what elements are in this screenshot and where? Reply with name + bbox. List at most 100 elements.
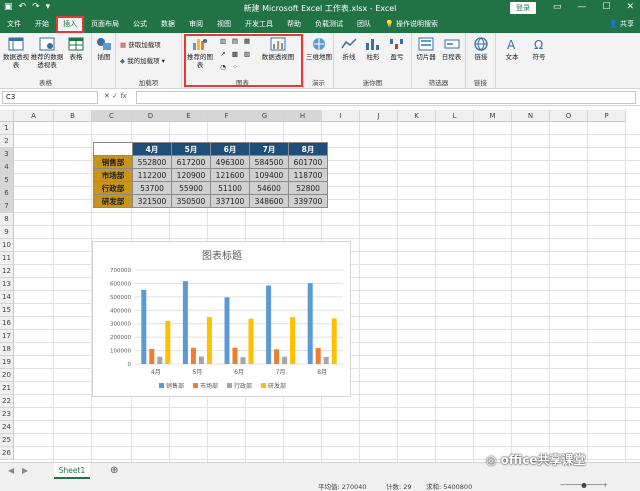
- column-header[interactable]: A: [14, 110, 54, 122]
- value-cell[interactable]: 552800: [132, 155, 172, 169]
- value-cell[interactable]: 55900: [171, 181, 211, 195]
- minimize-icon[interactable]: —: [577, 2, 586, 12]
- tell-me-search[interactable]: 💡 操作说明搜索: [378, 16, 445, 33]
- value-cell[interactable]: 53700: [132, 181, 172, 195]
- row-header[interactable]: 14: [0, 291, 14, 304]
- bar-研发部[interactable]: [206, 316, 212, 364]
- bar-销售部[interactable]: [182, 281, 188, 364]
- column-header[interactable]: L: [436, 110, 474, 122]
- tab-home[interactable]: 开始: [28, 16, 56, 33]
- bar-研发部[interactable]: [165, 320, 171, 364]
- tab-load-test[interactable]: 负载测试: [308, 16, 350, 33]
- row-header[interactable]: 6: [0, 187, 14, 200]
- bar-行政部[interactable]: [198, 356, 204, 364]
- zoom-slider[interactable]: −────●────+: [560, 481, 608, 489]
- bar-市场部[interactable]: [274, 349, 280, 364]
- month-header[interactable]: 8月: [288, 142, 328, 156]
- column-header[interactable]: K: [398, 110, 436, 122]
- dept-cell[interactable]: 研发部: [93, 194, 133, 208]
- row-header[interactable]: 22: [0, 395, 14, 408]
- get-addins-button[interactable]: ▦ 获取加载项: [120, 41, 180, 49]
- month-header[interactable]: 7月: [249, 142, 289, 156]
- tab-help[interactable]: 帮助: [280, 16, 308, 33]
- my-addins-button[interactable]: ◆ 我的加载项 ▾: [120, 57, 180, 65]
- ribbon-display-icon[interactable]: ▭: [553, 2, 562, 12]
- add-sheet-icon[interactable]: ⊕: [110, 465, 118, 476]
- column-header[interactable]: D: [132, 110, 170, 122]
- row-header[interactable]: 3: [0, 148, 14, 161]
- column-header[interactable]: C: [92, 110, 132, 122]
- illustrations-button[interactable]: 插图: [94, 37, 114, 61]
- value-cell[interactable]: 348600: [249, 194, 289, 208]
- tab-file[interactable]: 文件: [0, 16, 28, 33]
- row-header[interactable]: 20: [0, 369, 14, 382]
- chart-title[interactable]: 图表标题: [202, 249, 242, 262]
- column-header[interactable]: J: [360, 110, 398, 122]
- bar-销售部[interactable]: [224, 297, 230, 364]
- bar-市场部[interactable]: [190, 347, 196, 364]
- login-button[interactable]: 登录: [510, 2, 536, 14]
- bar-市场部[interactable]: [232, 347, 238, 364]
- row-header[interactable]: 16: [0, 317, 14, 330]
- row-header[interactable]: 8: [0, 213, 14, 226]
- sparkline-winloss-button[interactable]: 盈亏: [386, 37, 408, 61]
- value-cell[interactable]: 52800: [288, 181, 328, 195]
- value-cell[interactable]: 339700: [288, 194, 328, 208]
- symbol-button[interactable]: Ω 符号: [526, 37, 552, 61]
- tab-page-layout[interactable]: 页面布局: [84, 16, 126, 33]
- fx-icon[interactable]: ✕ ✓ fx: [104, 92, 127, 100]
- row-header[interactable]: 15: [0, 304, 14, 317]
- row-header[interactable]: 25: [0, 434, 14, 447]
- formula-input[interactable]: [136, 91, 636, 104]
- name-box[interactable]: C3: [2, 91, 98, 104]
- select-all-corner[interactable]: [0, 110, 14, 122]
- column-header[interactable]: N: [512, 110, 550, 122]
- value-cell[interactable]: 584500: [249, 155, 289, 169]
- column-header[interactable]: E: [170, 110, 208, 122]
- bar-行政部[interactable]: [157, 356, 163, 364]
- row-header[interactable]: 4: [0, 161, 14, 174]
- close-icon[interactable]: ✕: [626, 2, 634, 12]
- month-header[interactable]: 5月: [171, 142, 211, 156]
- value-cell[interactable]: 121600: [210, 168, 250, 182]
- month-header[interactable]: 4月: [132, 142, 172, 156]
- value-cell[interactable]: 112200: [132, 168, 172, 182]
- recommended-pivottable-button[interactable]: 推荐的数据透视表: [30, 37, 64, 69]
- tab-developer[interactable]: 开发工具: [238, 16, 280, 33]
- sparkline-line-button[interactable]: 折线: [338, 37, 360, 61]
- embedded-chart[interactable]: 图表标题 0 100000 200000 300000 400000 500000 6000…: [92, 241, 351, 397]
- tab-team[interactable]: 团队: [350, 16, 378, 33]
- column-header[interactable]: I: [322, 110, 360, 122]
- value-cell[interactable]: 51100: [210, 181, 250, 195]
- table-corner-cell[interactable]: [93, 142, 133, 156]
- 3d-map-button[interactable]: 三维地图: [306, 37, 332, 61]
- value-cell[interactable]: 337100: [210, 194, 250, 208]
- sheet-tab[interactable]: Sheet1: [54, 463, 90, 479]
- bar-市场部[interactable]: [149, 348, 155, 364]
- next-sheet-icon[interactable]: ▶: [22, 466, 28, 475]
- column-header[interactable]: B: [54, 110, 92, 122]
- value-cell[interactable]: 321500: [132, 194, 172, 208]
- tab-review[interactable]: 审阅: [182, 16, 210, 33]
- column-header[interactable]: P: [588, 110, 626, 122]
- slicer-button[interactable]: 切片器: [414, 37, 438, 61]
- column-header[interactable]: O: [550, 110, 588, 122]
- bar-研发部[interactable]: [290, 317, 296, 364]
- row-header[interactable]: 9: [0, 226, 14, 239]
- link-button[interactable]: 链接: [468, 37, 494, 61]
- bar-市场部[interactable]: [315, 348, 321, 364]
- bar-销售部[interactable]: [266, 285, 272, 364]
- row-header[interactable]: 2: [0, 135, 14, 148]
- sparkline-column-button[interactable]: 柱形: [362, 37, 384, 61]
- row-header[interactable]: 21: [0, 382, 14, 395]
- bar-销售部[interactable]: [141, 289, 147, 364]
- tab-insert[interactable]: 插入: [56, 16, 84, 33]
- tab-data[interactable]: 数据: [154, 16, 182, 33]
- dept-cell[interactable]: 行政部: [93, 181, 133, 195]
- bar-行政部[interactable]: [282, 356, 288, 364]
- column-header[interactable]: H: [284, 110, 322, 122]
- value-cell[interactable]: 118700: [288, 168, 328, 182]
- bar-研发部[interactable]: [331, 318, 337, 364]
- value-cell[interactable]: 109400: [249, 168, 289, 182]
- column-header[interactable]: G: [246, 110, 284, 122]
